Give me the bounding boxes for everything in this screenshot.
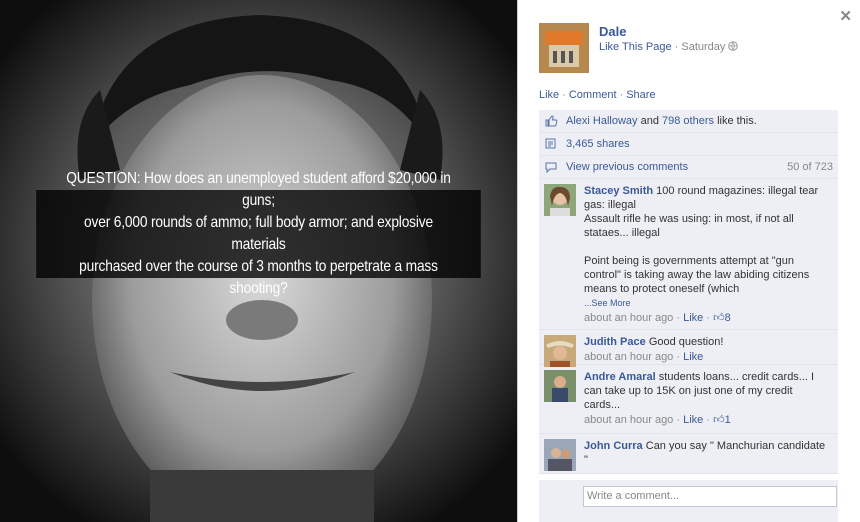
comment-bubble-icon	[544, 160, 558, 174]
comment-author[interactable]: Judith Pace	[584, 336, 646, 348]
caption-line: over 6,000 rounds of ammo; full body arm…	[84, 214, 433, 253]
comment: Judith Pace Good question! about an hour…	[539, 330, 838, 367]
comment-like-count[interactable]: 8	[725, 312, 731, 324]
scrollbar[interactable]	[852, 110, 858, 478]
comment-time[interactable]: about an hour ago	[584, 312, 673, 324]
likes-suffix: like this.	[717, 115, 757, 127]
thumbs-up-icon	[544, 114, 558, 128]
comment-author[interactable]: Stacey Smith	[584, 185, 653, 197]
avatar[interactable]	[544, 335, 576, 367]
thumbs-up-icon: 👍︎	[713, 312, 725, 324]
like-action[interactable]: Like	[539, 89, 559, 101]
comment-time[interactable]: about an hour ago	[584, 414, 673, 426]
separator: ·	[619, 89, 624, 101]
page-avatar[interactable]	[539, 23, 589, 73]
share-action[interactable]: Share	[626, 89, 655, 101]
comment-composer: Write a comment...	[539, 480, 838, 522]
caption-line: purchased over the course of 3 months to…	[79, 258, 438, 297]
feedback-area: Alexi Halloway and 798 others like this.…	[539, 110, 838, 474]
comment-like-link[interactable]: Like	[683, 312, 703, 324]
caption-line: QUESTION: How does an unemployed student…	[66, 170, 451, 209]
thumbs-up-icon: 👍︎	[713, 414, 725, 426]
comment: Stacey Smith 100 round magazines: illega…	[539, 179, 838, 330]
image-caption: QUESTION: How does an unemployed student…	[36, 170, 481, 297]
comment-text: Point being is governments attempt at "g…	[584, 255, 810, 295]
comment: John Curra Can you say " Manchurian cand…	[539, 434, 838, 474]
likes-and: and	[640, 115, 659, 127]
photo-viewer: QUESTION: How does an unemployed student…	[0, 0, 517, 522]
comment: Andre Amaral students loans... credit ca…	[539, 365, 838, 434]
likes-summary: Alexi Halloway and 798 others like this.	[539, 110, 838, 133]
comment-author[interactable]: Andre Amaral	[584, 371, 656, 383]
post-actions: Like · Comment · Share	[539, 89, 656, 101]
comment-meta: about an hour ago · Like · 👍︎8	[584, 312, 731, 324]
page-name[interactable]: Dale	[599, 24, 626, 39]
others-link[interactable]: 798 others	[662, 115, 714, 127]
liker-name[interactable]: Alexi Halloway	[566, 115, 638, 127]
comment-action[interactable]: Comment	[569, 89, 617, 101]
like-page-link[interactable]: Like This Page	[599, 41, 672, 53]
post-sidebar: ✕ Dale Like This Page · Saturday Like · Co…	[517, 0, 860, 522]
globe-icon	[728, 41, 739, 53]
comment-like-link[interactable]: Like	[683, 351, 703, 363]
shares-icon	[544, 137, 558, 151]
shares-row: 3,465 shares	[539, 133, 838, 156]
separator: ·	[562, 89, 566, 101]
comment-text: Good question!	[648, 336, 724, 348]
comment-meta: about an hour ago · Like	[584, 351, 704, 363]
separator: ·	[674, 41, 679, 53]
avatar[interactable]	[544, 439, 576, 471]
comment-meta: about an hour ago · Like · 👍︎1	[584, 414, 731, 426]
page-meta: Like This Page · Saturday	[599, 41, 739, 53]
comment-author[interactable]: John Curra	[584, 440, 643, 452]
comment-time[interactable]: about an hour ago	[584, 351, 673, 363]
post-timestamp[interactable]: Saturday	[681, 41, 725, 53]
comment-count: 50 of 723	[787, 161, 833, 173]
comment-text: Assault rifle he was using: in most, if …	[584, 213, 794, 239]
avatar[interactable]	[544, 184, 576, 216]
comment-input[interactable]: Write a comment...	[583, 486, 837, 507]
view-previous-comments-link[interactable]: View previous comments	[566, 161, 688, 173]
comment-like-count[interactable]: 1	[725, 414, 731, 426]
close-icon[interactable]: ✕	[839, 7, 852, 25]
shares-link[interactable]: 3,465 shares	[566, 138, 630, 150]
previous-comments: View previous comments 50 of 723	[539, 156, 838, 179]
see-more-link[interactable]: ...See More	[584, 298, 631, 308]
avatar[interactable]	[544, 370, 576, 402]
comment-like-link[interactable]: Like	[683, 414, 703, 426]
